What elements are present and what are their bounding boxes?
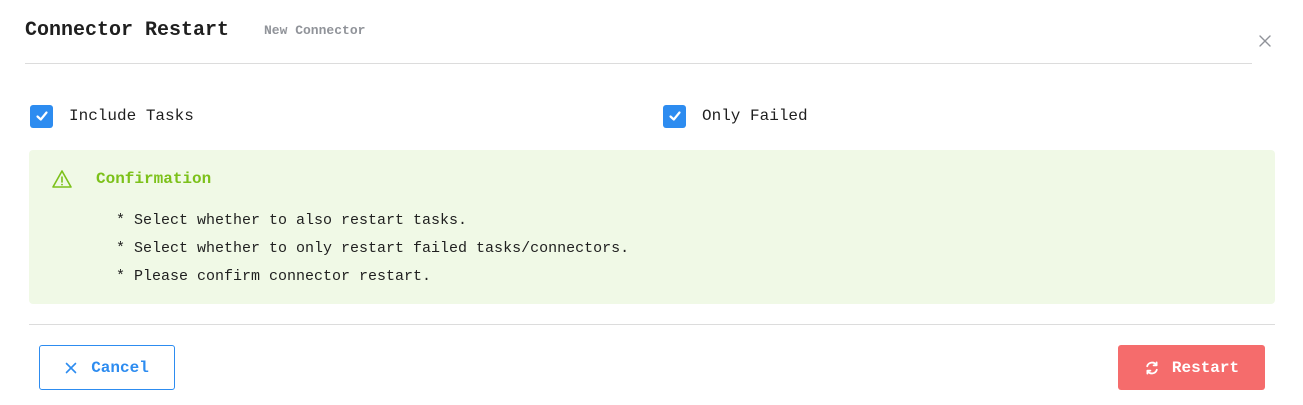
dialog-subtitle: New Connector xyxy=(264,23,366,38)
checkbox-checked-icon[interactable] xyxy=(30,104,53,128)
footer-divider xyxy=(29,324,1275,325)
include-tasks-label: Include Tasks xyxy=(69,107,194,125)
close-icon[interactable] xyxy=(1256,32,1274,50)
warning-triangle-icon xyxy=(51,168,73,190)
refresh-icon xyxy=(1144,360,1160,376)
close-icon xyxy=(65,362,77,374)
alert-list-item: * Select whether to only restart failed … xyxy=(116,240,630,257)
alert-list-item: * Please confirm connector restart. xyxy=(116,268,432,285)
checkbox-checked-icon[interactable] xyxy=(663,104,686,128)
restart-button[interactable]: Restart xyxy=(1118,345,1265,390)
alert-title: Confirmation xyxy=(96,170,212,188)
dialog-title: Connector Restart xyxy=(25,19,230,42)
cancel-button[interactable]: Cancel xyxy=(39,345,175,390)
restart-button-label: Restart xyxy=(1171,358,1240,377)
only-failed-label: Only Failed xyxy=(702,107,808,125)
only-failed-checkbox[interactable]: Only Failed xyxy=(663,104,808,128)
alert-list-item: * Select whether to also restart tasks. xyxy=(116,212,468,229)
cancel-button-label: Cancel xyxy=(91,358,149,377)
alert-list: * Select whether to also restart tasks. … xyxy=(116,207,629,291)
confirmation-alert: Confirmation * Select whether to also re… xyxy=(29,150,1275,304)
include-tasks-checkbox[interactable]: Include Tasks xyxy=(30,104,194,128)
dialog-header: Connector Restart New Connector xyxy=(25,18,1252,64)
